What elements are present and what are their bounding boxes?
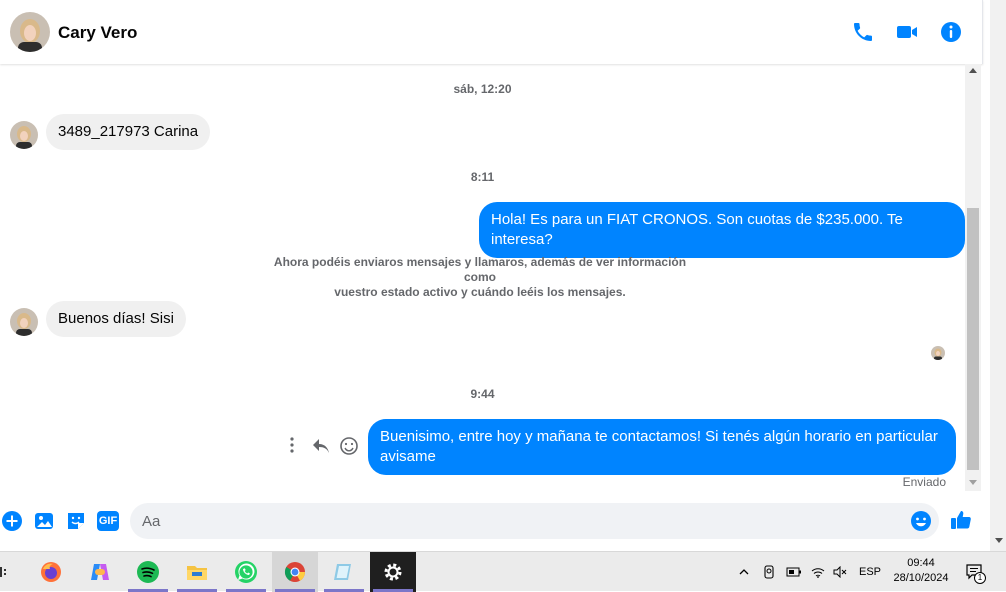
notification-count-badge: 1 — [974, 572, 986, 584]
timestamp: sáb, 12:20 — [453, 82, 512, 96]
system-clock[interactable]: 09:44 28/10/2024 — [884, 556, 958, 586]
message-input[interactable] — [142, 511, 902, 531]
system-message: Ahora podéis enviaros mensajes y llamaro… — [260, 255, 700, 300]
outgoing-message[interactable]: Buenisimo, entre hoy y mañana te contact… — [368, 419, 956, 475]
incoming-message[interactable]: Buenos días! Sisi — [46, 301, 186, 337]
message-composer: GIF — [0, 494, 983, 551]
spotify-icon[interactable] — [125, 552, 171, 592]
message-text-line: Buenisimo, entre hoy y mañana te contact… — [380, 428, 938, 445]
battery-icon[interactable] — [785, 552, 803, 592]
system-message-line: vuestro estado activo y cuándo leéis los… — [334, 285, 626, 299]
gif-icon[interactable]: GIF — [97, 511, 119, 531]
plus-icon[interactable] — [1, 510, 23, 532]
notifications-icon[interactable]: 1 — [962, 552, 990, 592]
incoming-message[interactable]: 3489_217973 Carina — [46, 114, 211, 150]
volume-muted-icon[interactable] — [832, 552, 848, 592]
chat-scrollbar[interactable] — [965, 64, 981, 491]
more-options-icon[interactable] — [284, 436, 300, 454]
contact-avatar-small — [10, 308, 38, 336]
wifi-icon[interactable] — [810, 552, 826, 592]
thumbs-up-icon[interactable] — [949, 508, 973, 532]
phone-icon[interactable] — [851, 20, 875, 44]
message-input-container[interactable] — [130, 503, 939, 539]
emoji-icon[interactable] — [910, 510, 932, 532]
system-message-line: Ahora podéis enviaros mensajes y llamaro… — [273, 255, 687, 284]
chevron-up-icon[interactable] — [736, 552, 752, 592]
notepad-icon[interactable] — [321, 552, 367, 592]
video-camera-icon[interactable] — [895, 20, 919, 44]
page-scroll-down-arrow[interactable] — [995, 538, 1003, 543]
contact-name[interactable]: Cary Vero — [58, 23, 137, 43]
copilot-icon[interactable] — [77, 552, 123, 592]
outgoing-message[interactable]: Hola! Es para un FIAT CRONOS. Son cuotas… — [479, 202, 965, 258]
settings-icon[interactable] — [370, 552, 416, 592]
sticker-icon[interactable] — [65, 510, 87, 532]
message-list[interactable]: sáb, 12:20 3489_217973 Carina 8:11 Hola!… — [0, 64, 965, 494]
message-text-line: avisame — [380, 448, 436, 465]
search-icon[interactable] — [0, 564, 8, 580]
whatsapp-icon[interactable] — [223, 552, 269, 592]
meet-now-icon[interactable] — [761, 552, 777, 592]
chrome-icon[interactable] — [272, 552, 318, 592]
contact-avatar[interactable] — [10, 12, 50, 52]
scroll-up-arrow[interactable] — [969, 68, 977, 73]
scroll-thumb[interactable] — [967, 208, 979, 470]
contact-avatar-small — [10, 121, 38, 149]
reply-icon[interactable] — [311, 437, 331, 455]
windows-taskbar: ESP 09:44 28/10/2024 1 — [0, 551, 1006, 592]
messenger-window: Cary Vero sáb, 12:20 3489_217973 Carina … — [0, 0, 1006, 551]
timestamp: 8:11 — [470, 170, 495, 184]
delivery-status: Enviado — [902, 475, 946, 489]
page-scrollbar[interactable] — [990, 0, 1006, 551]
chat-header: Cary Vero — [0, 0, 983, 64]
timestamp: 9:44 — [470, 387, 495, 401]
firefox-icon[interactable] — [28, 552, 74, 592]
image-icon[interactable] — [33, 510, 55, 532]
scroll-down-arrow[interactable] — [969, 480, 977, 485]
clock-time: 09:44 — [907, 557, 935, 569]
file-explorer-icon[interactable] — [174, 552, 220, 592]
info-icon[interactable] — [939, 20, 963, 44]
clock-date: 28/10/2024 — [893, 572, 949, 584]
react-emoji-icon[interactable] — [339, 436, 359, 456]
read-receipt-avatar — [931, 346, 945, 360]
language-indicator[interactable]: ESP — [856, 552, 884, 592]
